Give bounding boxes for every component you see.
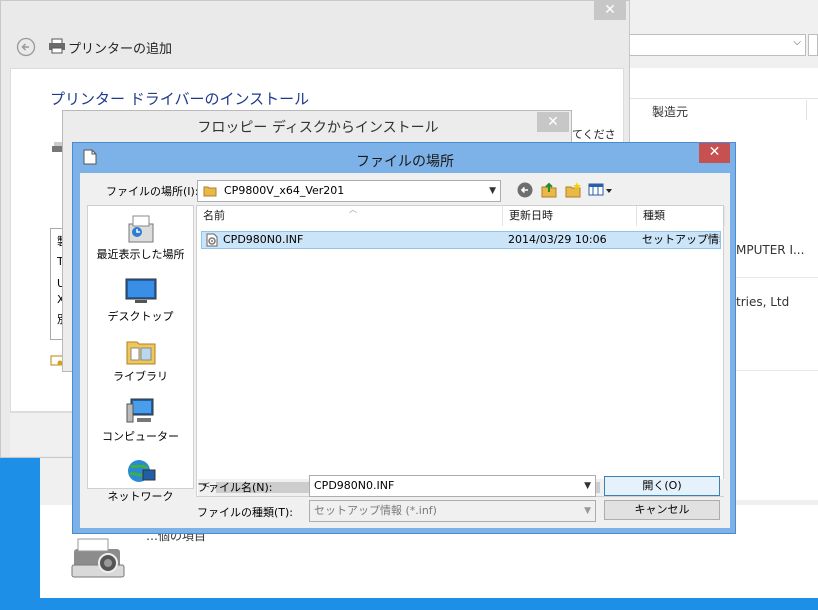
computer-icon <box>125 396 157 426</box>
place-label: 最近表示した場所 <box>96 248 185 261</box>
column-header-type[interactable]: 種類 <box>637 206 725 226</box>
column-header-modified[interactable]: 更新日時 <box>503 206 637 226</box>
floppy-dialog-title: フロッピー ディスクからインストール <box>197 120 439 136</box>
network-icon <box>125 456 157 486</box>
location-label: ファイルの場所(I): <box>106 185 199 198</box>
back-icon[interactable] <box>516 181 534 199</box>
navigation-toolbar <box>516 181 616 201</box>
place-computer[interactable]: コンピューター <box>88 396 193 444</box>
filetype-combo[interactable]: セットアップ情報 (*.inf) ▼ <box>309 500 596 522</box>
chevron-down-icon[interactable]: ⌵ <box>793 37 801 48</box>
place-label: ライブラリ <box>113 370 168 383</box>
background-search-box[interactable] <box>808 34 818 56</box>
dialog-title: ファイルの場所 <box>356 154 454 170</box>
file-modified-cell: 2014/03/29 10:06 <box>508 233 607 246</box>
desktop-icon <box>125 276 157 306</box>
file-type-cell: セットアップ情報 <box>642 233 720 246</box>
chevron-down-icon[interactable]: ▼ <box>489 181 496 201</box>
back-arrow-icon[interactable] <box>16 37 36 57</box>
file-name-cell: CPD980N0.INF <box>223 233 304 246</box>
filename-combo[interactable]: CPD980N0.INF ▼ <box>309 475 596 497</box>
places-bar: 最近表示した場所 デスクトップ ライブラリ コンピューター ネットワーク <box>87 205 194 503</box>
view-menu-icon[interactable] <box>588 181 614 199</box>
setup-info-file-icon <box>205 233 219 247</box>
folder-icon <box>203 184 217 198</box>
background-row[interactable]: tries, Ltd <box>736 295 818 309</box>
background-row-divider <box>736 370 818 371</box>
file-location-dialog: ファイルの場所 ✕ ファイルの場所(I): CP9800V_x64_Ver201… <box>72 142 736 534</box>
printer-large-icon <box>68 535 128 585</box>
filename-label: ファイル名(N): <box>197 481 273 494</box>
place-label: ネットワーク <box>107 490 174 503</box>
filename-value: CPD980N0.INF <box>314 479 395 492</box>
dialog-close-button[interactable]: ✕ <box>699 143 730 163</box>
background-column-header[interactable]: 製造元 <box>652 103 688 120</box>
background-row[interactable]: MPUTER I... <box>736 243 818 257</box>
background-header-divider <box>628 98 818 99</box>
filetype-value: セットアップ情報 (*.inf) <box>314 504 437 517</box>
filetype-label: ファイルの種類(T): <box>197 506 294 519</box>
place-recent[interactable]: 最近表示した場所 <box>88 214 193 262</box>
file-list[interactable]: 名前 ︿ 更新日時 種類 CPD980N0.INF 2014/03/29 10:… <box>196 205 725 497</box>
wizard-title: プリンターの追加 <box>68 42 173 57</box>
background-row-divider <box>736 277 818 278</box>
recent-places-icon <box>125 214 157 244</box>
table-row[interactable]: CPD980N0.INF 2014/03/29 10:06 セットアップ情報 <box>201 231 721 249</box>
place-network[interactable]: ネットワーク <box>88 456 193 504</box>
location-value: CP9800V_x64_Ver201 <box>224 184 345 197</box>
up-folder-icon[interactable] <box>540 181 558 199</box>
floppy-close-button[interactable]: ✕ <box>537 112 569 132</box>
wizard-partial-text: てくださ <box>572 128 616 141</box>
chevron-down-icon[interactable]: ▼ <box>584 476 591 496</box>
dialog-client-area: ファイルの場所(I): CP9800V_x64_Ver201 ▼ 最近表示した場… <box>80 173 730 528</box>
open-button[interactable]: 開く(O) <box>604 476 720 496</box>
wizard-heading: プリンター ドライバーのインストール <box>50 90 310 108</box>
cancel-button[interactable]: キャンセル <box>604 500 720 520</box>
libraries-icon <box>125 336 157 366</box>
place-label: デスクトップ <box>107 310 174 323</box>
wizard-close-button[interactable]: ✕ <box>594 0 626 20</box>
place-desktop[interactable]: デスクトップ <box>88 276 193 324</box>
location-combo[interactable]: CP9800V_x64_Ver201 ▼ <box>197 180 501 202</box>
place-label: コンピューター <box>102 430 179 443</box>
background-column-divider <box>806 100 807 120</box>
printer-icon <box>48 38 66 54</box>
new-folder-icon[interactable] <box>564 181 582 199</box>
background-address-bar[interactable]: ⌵ <box>628 34 806 56</box>
place-libraries[interactable]: ライブラリ <box>88 336 193 384</box>
chevron-down-icon[interactable]: ▼ <box>584 501 591 521</box>
sort-ascending-icon: ︿ <box>349 205 357 214</box>
